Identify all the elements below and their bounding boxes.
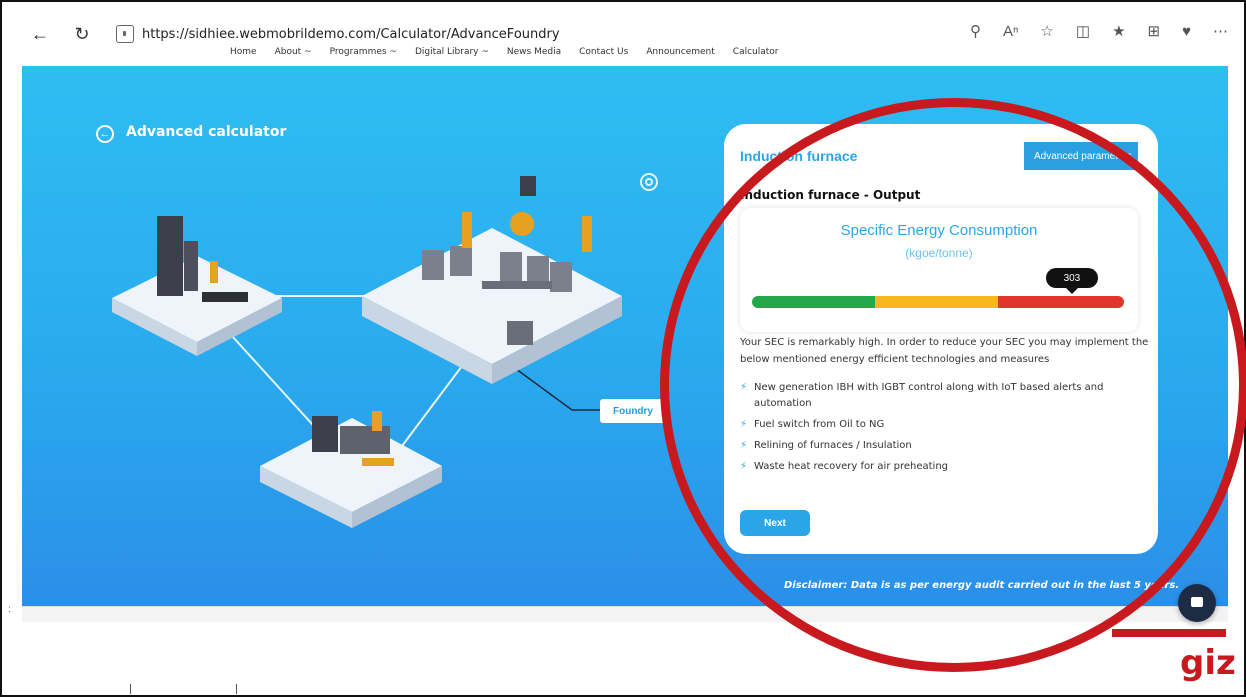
tick-mark [236,684,237,694]
nav-item-news-media[interactable]: News Media [507,47,561,57]
extension-icon[interactable]: ♥ [1182,23,1191,40]
card-title: Induction furnace [740,148,858,164]
nav-item-contact-us[interactable]: Contact Us [579,47,628,57]
nav-item-home[interactable]: Home [230,47,257,57]
giz-logo: giz [1180,643,1236,683]
gauge-value-marker: 303 [1045,268,1098,294]
nav-item-calculator[interactable]: Calculator [733,47,779,57]
nav-item-announcement[interactable]: Announcement [646,47,715,57]
bolt-icon: ⚡ [740,440,748,451]
list-item: ⚡ Fuel switch from Oil to NG [740,417,1140,433]
gauge-bar [752,296,1124,308]
bolt-icon: ⚡ [740,461,748,472]
chat-icon[interactable] [1178,584,1216,622]
machine-platform-center [362,176,622,384]
nav-item-programmes[interactable]: Programmes ~ [330,47,397,57]
gauge-segment [997,296,1124,308]
foundry-label[interactable]: Foundry [600,399,666,423]
url-text: https://sidhiee.webmobrildemo.com/Calcul… [142,26,560,42]
measure-text: New generation IBH with IGBT control alo… [754,382,1104,409]
back-arrow-icon[interactable]: ← [28,22,52,46]
favorite-star-icon[interactable]: ☆ [1040,22,1053,40]
page-title: Advanced calculator [126,124,287,140]
more-options-icon[interactable]: ⋯ [1213,22,1228,40]
measure-text: Fuel switch from Oil to NG [754,419,885,430]
footer-ticks [130,684,240,696]
left-marker: : [8,604,11,615]
list-item: ⚡ Waste heat recovery for air preheating [740,459,1140,475]
connector-line [401,365,463,447]
machine-platform-left [112,216,282,356]
gauge-unit: (kgoe/tonne) [905,246,973,260]
advanced-parameters-button[interactable]: Advanced parameters [1024,142,1138,170]
address-bar[interactable]: https://sidhiee.webmobrildemo.com/Calcul… [106,20,926,48]
target-icon[interactable] [640,173,658,191]
list-item: ⚡ New generation IBH with IGBT control al… [740,380,1140,412]
site-info-icon[interactable] [116,25,134,43]
list-item: ⚡ Relining of furnaces / Insulation [740,438,1140,454]
tick-mark [130,684,131,694]
zoom-icon[interactable]: ⚲ [970,22,981,40]
bolt-icon: ⚡ [740,382,748,393]
connector-line [511,365,573,411]
measures-list: ⚡ New generation IBH with IGBT control al… [740,380,1140,480]
output-title: Induction furnace - Output [740,188,921,202]
browser-toolbar-icons: ⚲ Aⁿ ☆ ◫ ★ ⊞ ♥ ⋯ [970,22,1228,41]
gauge-segment [752,296,875,308]
sec-gauge: Specific Energy Consumption (kgoe/tonne)… [740,208,1138,332]
reload-icon[interactable]: ↻ [70,22,94,46]
result-card: Induction furnace Advanced parameters In… [724,124,1158,554]
gauge-segment [874,296,998,308]
measure-text: Relining of furnaces / Insulation [754,440,912,451]
scrollbar-track[interactable] [22,606,1228,622]
site-nav: Home About ~ Programmes ~ Digital Librar… [230,47,778,57]
bolt-icon: ⚡ [740,419,748,430]
disclaimer-text: Disclaimer: Data is as per energy audit … [784,580,1180,591]
nav-item-about[interactable]: About ~ [275,47,312,57]
gauge-heading: Specific Energy Consumption [840,222,1038,239]
giz-accent-line [1112,629,1226,637]
back-circle-icon[interactable]: ← [96,125,114,143]
split-screen-icon[interactable]: ◫ [1076,22,1090,40]
next-button[interactable]: Next [740,510,810,536]
sec-description: Your SEC is remarkably high. In order to… [740,337,1149,365]
collections-icon[interactable]: ⊞ [1148,22,1161,40]
read-aloud-icon[interactable]: Aⁿ [1003,23,1018,40]
nav-item-digital-library[interactable]: Digital Library ~ [415,47,489,57]
favorites-list-icon[interactable]: ★ [1112,22,1125,40]
measure-text: Waste heat recovery for air preheating [754,461,949,472]
